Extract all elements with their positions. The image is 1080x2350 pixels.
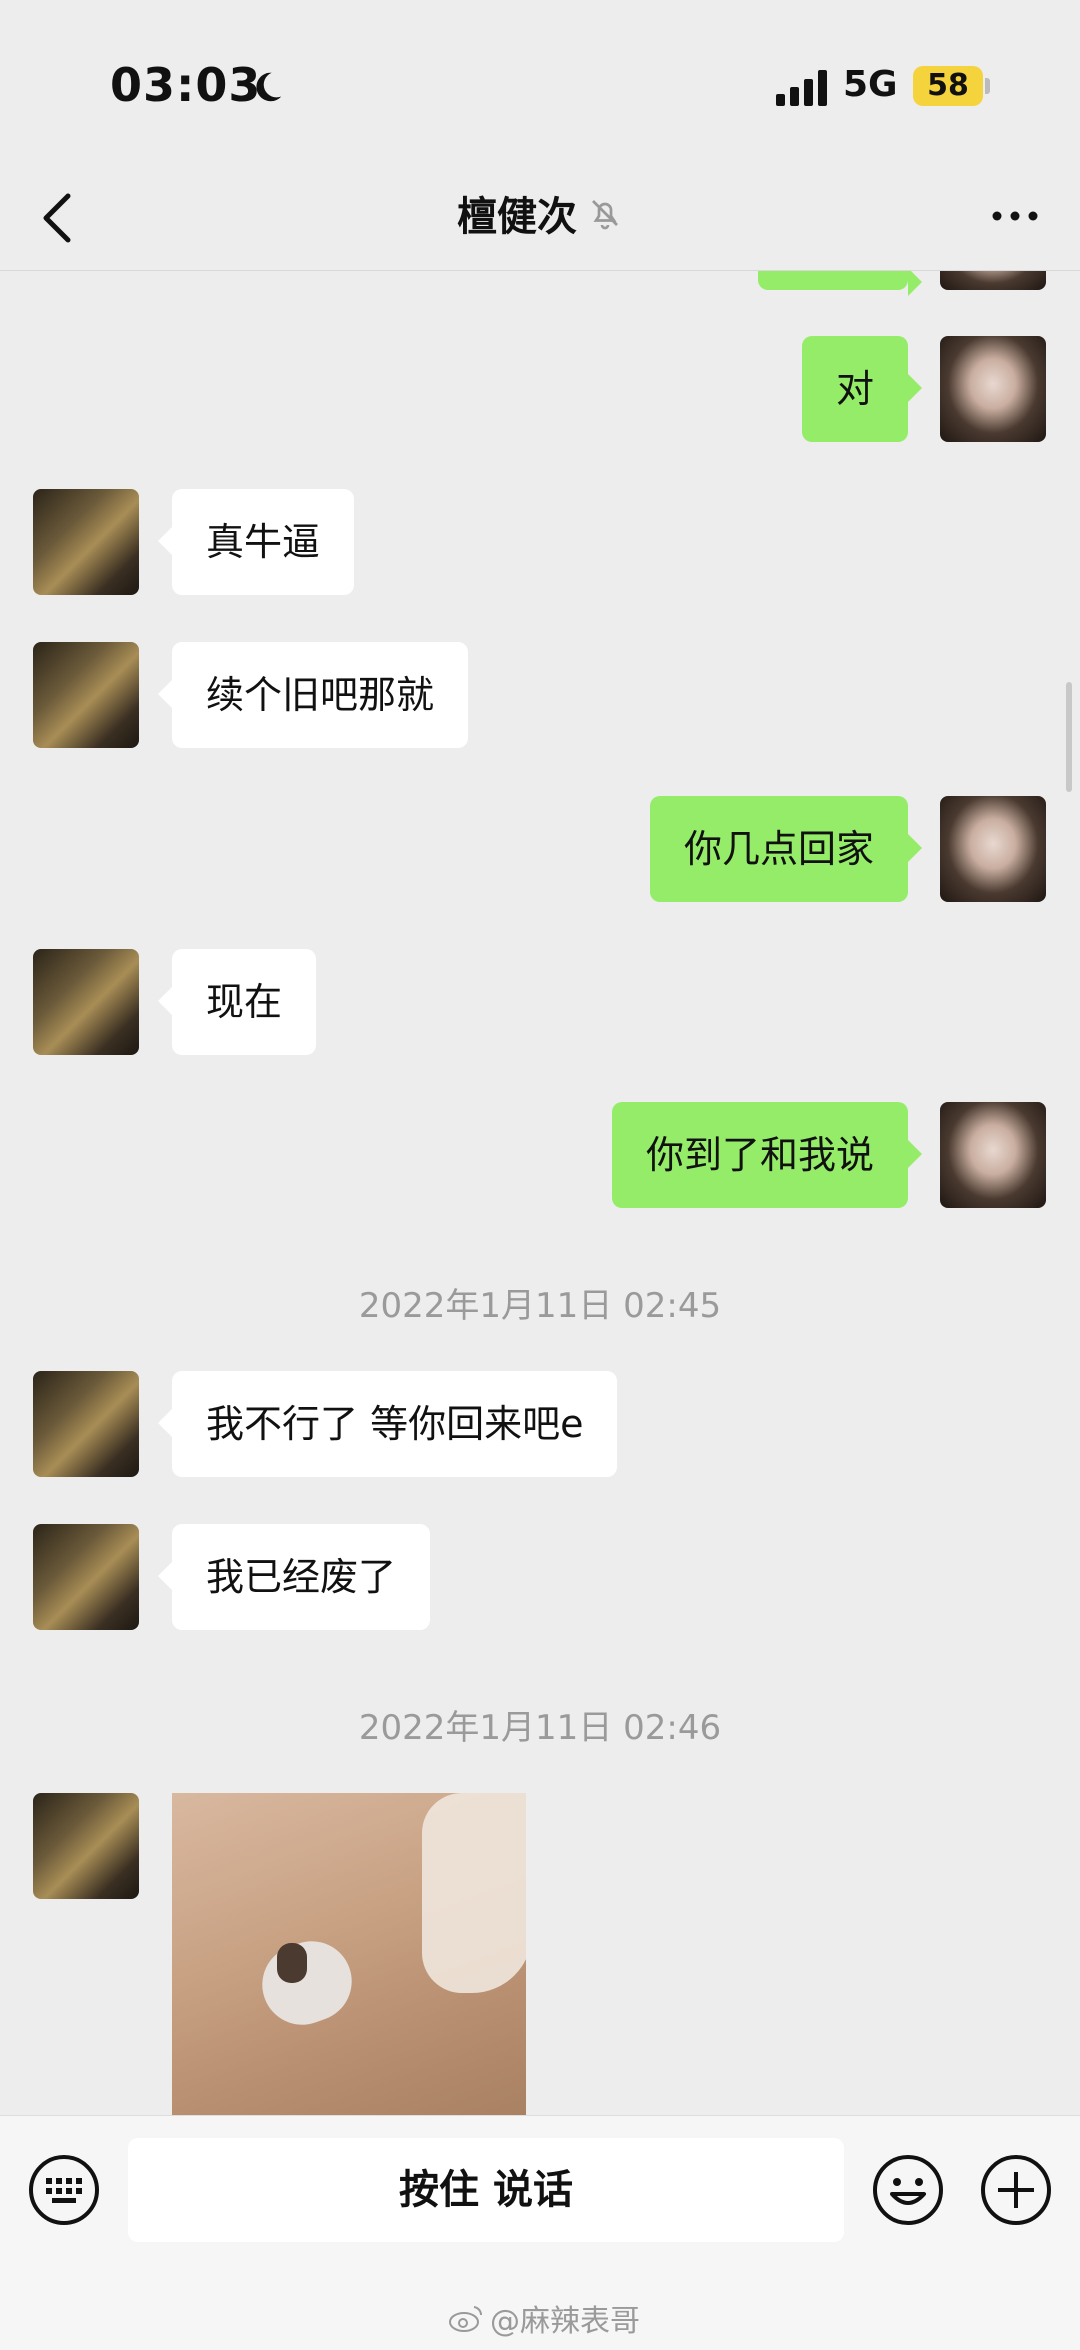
- status-time: 03:03: [110, 58, 262, 112]
- message-bubble-incoming[interactable]: 续个旧吧那就: [157, 642, 469, 748]
- network-type: 5G: [843, 64, 898, 105]
- battery-indicator: 58: [913, 66, 983, 106]
- moon-icon: [256, 72, 282, 102]
- message-bubble-outgoing[interactable]: 对: [801, 336, 923, 442]
- message-bubble-incoming[interactable]: 我已经废了: [157, 1524, 431, 1630]
- message-list[interactable]: 对 真牛逼 续个旧吧那就 你几点回家 现在 你到了和我说 2022年1月11日 …: [0, 270, 1080, 2115]
- hold-to-talk-button[interactable]: 按住 说话: [128, 2138, 844, 2242]
- avatar-contact[interactable]: [33, 1524, 139, 1630]
- avatar-self-partial[interactable]: [940, 270, 1046, 290]
- chat-header: 檀健次: [0, 170, 1080, 271]
- message-bubble-incoming[interactable]: 我不行了 等你回来吧e: [157, 1371, 618, 1477]
- message-bubble-partial: [758, 270, 922, 296]
- battery-tip: [985, 78, 990, 94]
- scrollbar[interactable]: [1066, 682, 1072, 792]
- watermark-text: @麻辣表哥: [490, 2304, 640, 2339]
- message-bubble-outgoing[interactable]: 你几点回家: [649, 796, 923, 902]
- chat-title: 檀健次: [457, 194, 577, 240]
- avatar-contact[interactable]: [33, 949, 139, 1055]
- emoji-icon[interactable]: [872, 2154, 944, 2226]
- watermark: @麻辣表哥: [448, 2296, 640, 2340]
- avatar-contact[interactable]: [33, 489, 139, 595]
- avatar-self[interactable]: [940, 796, 1046, 902]
- mute-bell-icon: [592, 200, 618, 230]
- status-bar: 03:03 5G 58: [0, 0, 1080, 170]
- avatar-self[interactable]: [940, 336, 1046, 442]
- chat-title-area[interactable]: 檀健次: [0, 184, 1080, 242]
- signal-icon: [776, 70, 827, 106]
- avatar-contact[interactable]: [33, 642, 139, 748]
- photo-shape: [251, 1930, 363, 2036]
- input-bar: 按住 说话 @麻辣表哥: [0, 2115, 1080, 2350]
- timestamp: 2022年1月11日 02:46: [358, 1708, 722, 1748]
- photo-shape: [277, 1943, 307, 1983]
- message-bubble-incoming[interactable]: 现在: [157, 949, 317, 1055]
- message-bubble-outgoing[interactable]: 你到了和我说: [611, 1102, 923, 1208]
- message-bubble-incoming[interactable]: 真牛逼: [157, 489, 355, 595]
- more-icon[interactable]: [990, 206, 1040, 226]
- image-message[interactable]: [172, 1793, 526, 2115]
- timestamp: 2022年1月11日 02:45: [358, 1286, 722, 1326]
- photo-shape: [422, 1793, 526, 1993]
- avatar-contact[interactable]: [33, 1793, 139, 1899]
- plus-icon[interactable]: [980, 2154, 1052, 2226]
- keyboard-icon[interactable]: [28, 2154, 100, 2226]
- avatar-contact[interactable]: [33, 1371, 139, 1477]
- avatar-self[interactable]: [940, 1102, 1046, 1208]
- weibo-icon: [449, 2306, 483, 2332]
